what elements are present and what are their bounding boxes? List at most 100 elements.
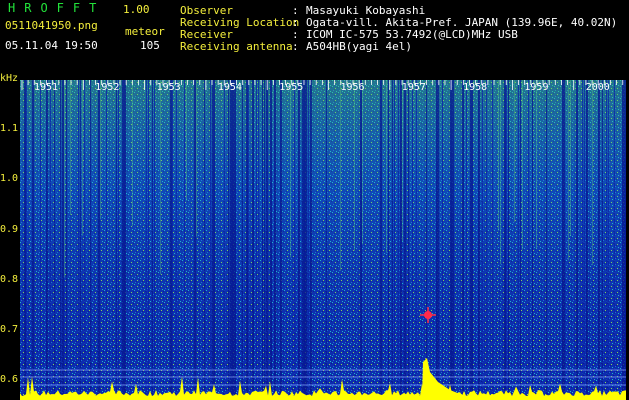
noise-stripe (514, 80, 515, 223)
noise-stripe (252, 80, 254, 400)
noise-stripe (326, 80, 327, 400)
noise-stripe (228, 80, 229, 400)
noise-stripe (450, 80, 452, 400)
noise-stripe (148, 80, 149, 400)
noise-stripe (290, 80, 291, 258)
noise-stripe (266, 80, 268, 400)
time-label: 1951 (34, 82, 58, 93)
y-tick-label: 1.1 (0, 123, 19, 134)
noise-stripe (232, 80, 234, 400)
noise-stripe (408, 80, 409, 400)
noise-stripe (26, 80, 27, 400)
noise-stripe (160, 80, 161, 275)
noise-stripe (64, 80, 65, 278)
noise-stripe (270, 80, 272, 400)
noise-stripe (426, 80, 427, 400)
noise-stripe (562, 80, 564, 400)
time-label: 2000 (586, 82, 610, 93)
noise-stripe (492, 80, 493, 400)
noise-stripe (152, 80, 153, 400)
noise-stripe (122, 80, 124, 400)
noise-stripe (404, 80, 406, 400)
y-tick-label: 1.0 (0, 173, 19, 184)
noise-stripe (214, 80, 215, 400)
noise-stripe (536, 80, 537, 249)
noise-stripe (294, 80, 295, 400)
timestamp: 05.11.04 19:50 (5, 39, 98, 52)
noise-stripe (298, 80, 300, 400)
noise-stripe (256, 80, 257, 400)
info-colon: : (292, 40, 299, 53)
noise-stripe (40, 80, 41, 400)
noise-stripe (486, 80, 487, 400)
y-axis-unit: kHz (0, 73, 19, 84)
noise-stripe (264, 80, 265, 400)
noise-stripe (100, 80, 101, 220)
noise-stripe (622, 80, 624, 400)
noise-stripe (46, 80, 48, 400)
noise-stripe (614, 80, 615, 400)
y-tick-label: 0.7 (0, 324, 19, 335)
noise-stripe (586, 80, 588, 400)
noise-stripe (50, 80, 51, 400)
noise-stripe (462, 80, 464, 400)
noise-stripe (470, 80, 472, 400)
file-name: 0511041950.png (5, 19, 98, 32)
noise-stripe (498, 80, 499, 231)
hrofft-window: HROFFT 1.00 0511041950.png meteor 05.11.… (0, 0, 629, 400)
noise-stripe (304, 80, 306, 400)
noise-stripe (176, 80, 177, 400)
noise-stripe (442, 80, 443, 400)
noise-stripe (388, 80, 389, 400)
app-version: 1.00 (123, 3, 150, 16)
noise-stripe (472, 80, 473, 400)
noise-stripe (62, 80, 64, 400)
noise-stripe (398, 80, 399, 400)
noise-stripe (186, 80, 187, 201)
mode-label: meteor (125, 25, 165, 38)
spectrogram-plot: 1951 1952 1953 1954 1955 1956 1957 1958 1959 2000 (20, 80, 626, 400)
noise-stripe (310, 80, 312, 400)
noise-stripe (570, 80, 571, 236)
noise-stripe (416, 80, 417, 400)
noise-stripe (394, 80, 395, 400)
noise-stripe (132, 80, 133, 226)
noise-stripe (154, 80, 155, 400)
noise-stripe (212, 80, 214, 400)
time-label: 1959 (524, 82, 548, 93)
noise-stripe (438, 80, 439, 400)
noise-stripe (90, 80, 91, 400)
noise-stripe (84, 80, 85, 400)
noise-stripe (82, 80, 83, 236)
noise-stripe (532, 80, 533, 400)
noise-stripe (78, 80, 79, 400)
noise-stripe (402, 80, 403, 242)
noise-stripe (224, 80, 225, 400)
noise-stripe (582, 80, 583, 400)
noise-stripe (204, 80, 205, 400)
detection-count: 105 (140, 39, 160, 52)
noise-stripe (362, 80, 363, 245)
noise-stripe (106, 80, 107, 400)
noise-stripe (170, 80, 172, 400)
info-value-antenna: A504HB(yagi 4el) (306, 40, 412, 53)
noise-stripe (80, 80, 81, 400)
noise-stripe (380, 80, 382, 400)
noise-stripe (234, 80, 236, 400)
time-label: 1955 (279, 82, 303, 93)
noise-stripe (340, 80, 341, 271)
time-label: 1952 (95, 82, 119, 93)
noise-stripe (412, 80, 413, 400)
noise-stripe (624, 80, 626, 400)
noise-stripe (60, 80, 61, 400)
noise-stripe (568, 80, 569, 261)
noise-stripe (508, 80, 509, 400)
noise-stripe (98, 80, 100, 400)
noise-stripe (608, 80, 609, 400)
noise-stripe (308, 80, 309, 400)
noise-stripe (194, 80, 196, 400)
noise-stripe (602, 80, 603, 400)
noise-stripe (400, 80, 402, 400)
noise-stripe (506, 80, 507, 400)
noise-stripe (280, 80, 282, 400)
